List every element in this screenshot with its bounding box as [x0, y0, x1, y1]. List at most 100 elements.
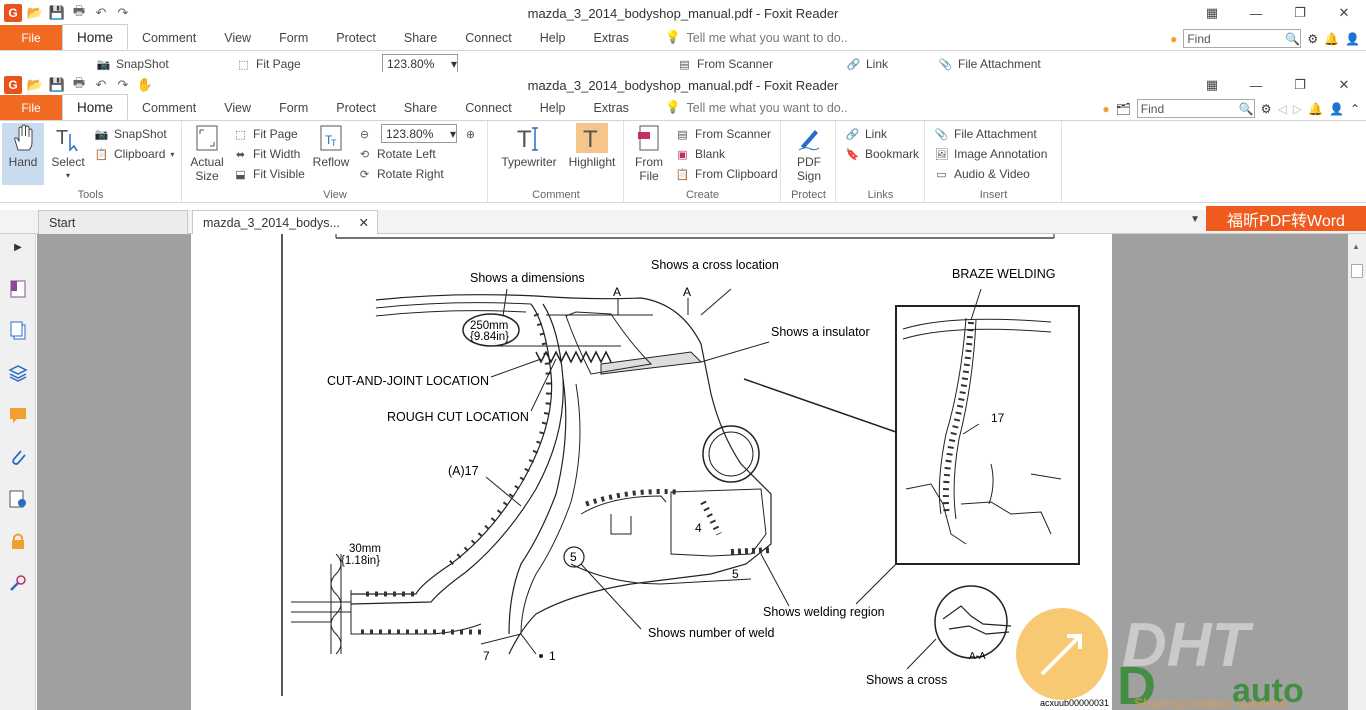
tab-share[interactable]: Share — [390, 95, 451, 120]
typewriter-button[interactable]: T Typewriter — [497, 123, 561, 169]
collapse-ribbon-icon[interactable]: ⌃ — [1350, 102, 1360, 116]
tools-search-icon[interactable] — [7, 572, 29, 594]
security-lock-icon[interactable] — [7, 530, 29, 552]
from-clipboard-button[interactable]: 📋 From Clipboard — [675, 164, 778, 184]
zoom-in-button[interactable]: ⊕ — [463, 124, 478, 144]
find-input[interactable]: Find 🔍 — [1136, 99, 1255, 118]
tab-file[interactable]: File — [0, 95, 62, 120]
bell-icon[interactable]: 🔔 — [1324, 32, 1339, 46]
zoom-out-button[interactable]: ⊖ — [357, 124, 372, 144]
minimize-icon[interactable]: — — [1234, 0, 1278, 26]
hand-button[interactable]: Hand — [2, 123, 44, 185]
tab-protect-back[interactable]: Protect — [322, 25, 390, 50]
tab-list-dropdown-icon[interactable]: ▼ — [1190, 214, 1200, 225]
tab-comment[interactable]: Comment — [128, 95, 210, 120]
fit-visible-button[interactable]: ⬓ Fit Visible — [233, 164, 305, 184]
user-icon[interactable]: 👤 — [1345, 32, 1360, 46]
fit-page-button-back[interactable]: ⬚ Fit Page — [236, 54, 300, 72]
tab-connect[interactable]: Connect — [451, 95, 526, 120]
open-folder-icon[interactable]: 📂 — [26, 76, 44, 94]
prev-icon[interactable]: ◁ — [1278, 102, 1287, 116]
tell-me-back[interactable]: 💡 Tell me what you want to do.. — [665, 25, 848, 50]
clipboard-button[interactable]: 📋 Clipboard ▾ — [94, 144, 175, 164]
snapshot-button-back[interactable]: 📷 SnapShot — [96, 54, 169, 72]
document-viewer[interactable]: Shows a dimensions Shows a cross locatio… — [37, 234, 1348, 710]
settings-icon[interactable]: ⚙ — [1261, 102, 1272, 116]
reflow-button[interactable]: TT Reflow — [309, 123, 353, 169]
close-icon[interactable]: ✕ — [1322, 0, 1366, 26]
redo-icon[interactable]: ↷ — [114, 76, 132, 94]
tab-help[interactable]: Help — [526, 95, 580, 120]
undo-icon[interactable]: ↶ — [92, 76, 110, 94]
actual-size-button[interactable]: Actual Size — [187, 123, 227, 183]
from-file-button[interactable]: From File — [629, 123, 669, 183]
save-icon[interactable]: 💾 — [48, 76, 66, 94]
scroll-thumb[interactable] — [1351, 264, 1363, 278]
print-icon[interactable]: 🖶 — [70, 3, 88, 22]
snapshot-button[interactable]: 📷 SnapShot — [94, 124, 167, 144]
undo-icon[interactable]: ↶ — [92, 4, 110, 22]
attachments-icon[interactable] — [7, 446, 29, 468]
close-icon[interactable]: ✕ — [1322, 72, 1366, 98]
tab-protect[interactable]: Protect — [322, 95, 390, 120]
fit-page-button[interactable]: ⬚ Fit Page — [233, 124, 297, 144]
settings-icon[interactable]: ⚙ — [1307, 32, 1318, 46]
print-icon[interactable]: 🖶 — [70, 75, 88, 94]
link-button-back[interactable]: 🔗 Link — [846, 54, 888, 72]
minimize-icon[interactable]: — — [1234, 72, 1278, 98]
redo-icon[interactable]: ↷ — [114, 4, 132, 22]
tell-me-search[interactable]: 💡 Tell me what you want to do.. — [665, 95, 848, 120]
audio-video-button[interactable]: ▭ Audio & Video — [934, 164, 1030, 184]
from-scanner-button-back[interactable]: ▤ From Scanner — [677, 54, 773, 72]
tab-connect-back[interactable]: Connect — [451, 25, 526, 50]
tab-view-back[interactable]: View — [210, 25, 265, 50]
zoom-input[interactable]: 123.80% ▾ — [381, 124, 457, 143]
pdf-sign-button[interactable]: PDF Sign — [788, 123, 830, 183]
highlight-button[interactable]: T Highlight — [565, 123, 619, 169]
image-annotation-button[interactable]: 🖼 Image Annotation — [934, 144, 1048, 164]
select-button[interactable]: T Select ▾ — [48, 123, 88, 183]
scroll-up-icon[interactable]: ▲ — [1352, 242, 1360, 251]
find-input-back[interactable]: Find 🔍 — [1183, 29, 1302, 48]
blank-button[interactable]: ▣ Blank — [675, 144, 725, 164]
feedback-icon[interactable]: ● — [1170, 32, 1177, 46]
tab-extras-back[interactable]: Extras — [580, 25, 643, 50]
fit-width-button[interactable]: ⬌ Fit Width — [233, 144, 300, 164]
close-tab-icon[interactable]: ✕ — [359, 215, 369, 230]
folder-search-icon[interactable]: 🗂 — [1116, 102, 1131, 116]
bookmarks-icon[interactable] — [7, 278, 29, 300]
rotate-left-button[interactable]: ⟲ Rotate Left — [357, 144, 436, 164]
tab-home-back[interactable]: Home — [62, 24, 129, 50]
tab-extras[interactable]: Extras — [580, 95, 643, 120]
tab-document[interactable]: mazda_3_2014_bodys... ✕ — [192, 210, 378, 234]
link-button[interactable]: 🔗 Link — [845, 124, 887, 144]
vertical-scrollbar[interactable]: ▲ — [1348, 234, 1366, 710]
feedback-icon[interactable]: ● — [1102, 102, 1109, 116]
open-folder-icon[interactable]: 📂 — [26, 4, 44, 22]
signatures-icon[interactable] — [7, 488, 29, 510]
next-icon[interactable]: ▷ — [1293, 102, 1302, 116]
tab-form-back[interactable]: Form — [265, 25, 322, 50]
file-attachment-button[interactable]: 📎 File Attachment — [934, 124, 1037, 144]
pages-icon[interactable] — [7, 320, 29, 342]
save-icon[interactable]: 💾 — [48, 4, 66, 22]
file-attachment-button-back[interactable]: 📎 File Attachment — [938, 54, 1041, 72]
layers-icon[interactable] — [7, 362, 29, 384]
tab-comment-back[interactable]: Comment — [128, 25, 210, 50]
comments-icon[interactable] — [7, 404, 29, 426]
user-icon[interactable]: 👤 — [1329, 102, 1344, 116]
from-scanner-button[interactable]: ▤ From Scanner — [675, 124, 771, 144]
bell-icon[interactable]: 🔔 — [1308, 102, 1323, 116]
tab-form[interactable]: Form — [265, 95, 322, 120]
promo-banner[interactable]: 福昕PDF转Word — [1206, 206, 1366, 231]
grid-icon[interactable]: ▦ — [1190, 72, 1234, 98]
restore-icon[interactable]: ❐ — [1278, 0, 1322, 26]
tab-share-back[interactable]: Share — [390, 25, 451, 50]
tab-start[interactable]: Start — [38, 210, 188, 234]
bookmark-button[interactable]: 🔖 Bookmark — [845, 144, 919, 164]
tab-file-back[interactable]: File — [0, 25, 62, 50]
tab-home[interactable]: Home — [62, 94, 129, 120]
rotate-right-button[interactable]: ⟳ Rotate Right — [357, 164, 444, 184]
restore-icon[interactable]: ❐ — [1278, 72, 1322, 98]
tab-help-back[interactable]: Help — [526, 25, 580, 50]
